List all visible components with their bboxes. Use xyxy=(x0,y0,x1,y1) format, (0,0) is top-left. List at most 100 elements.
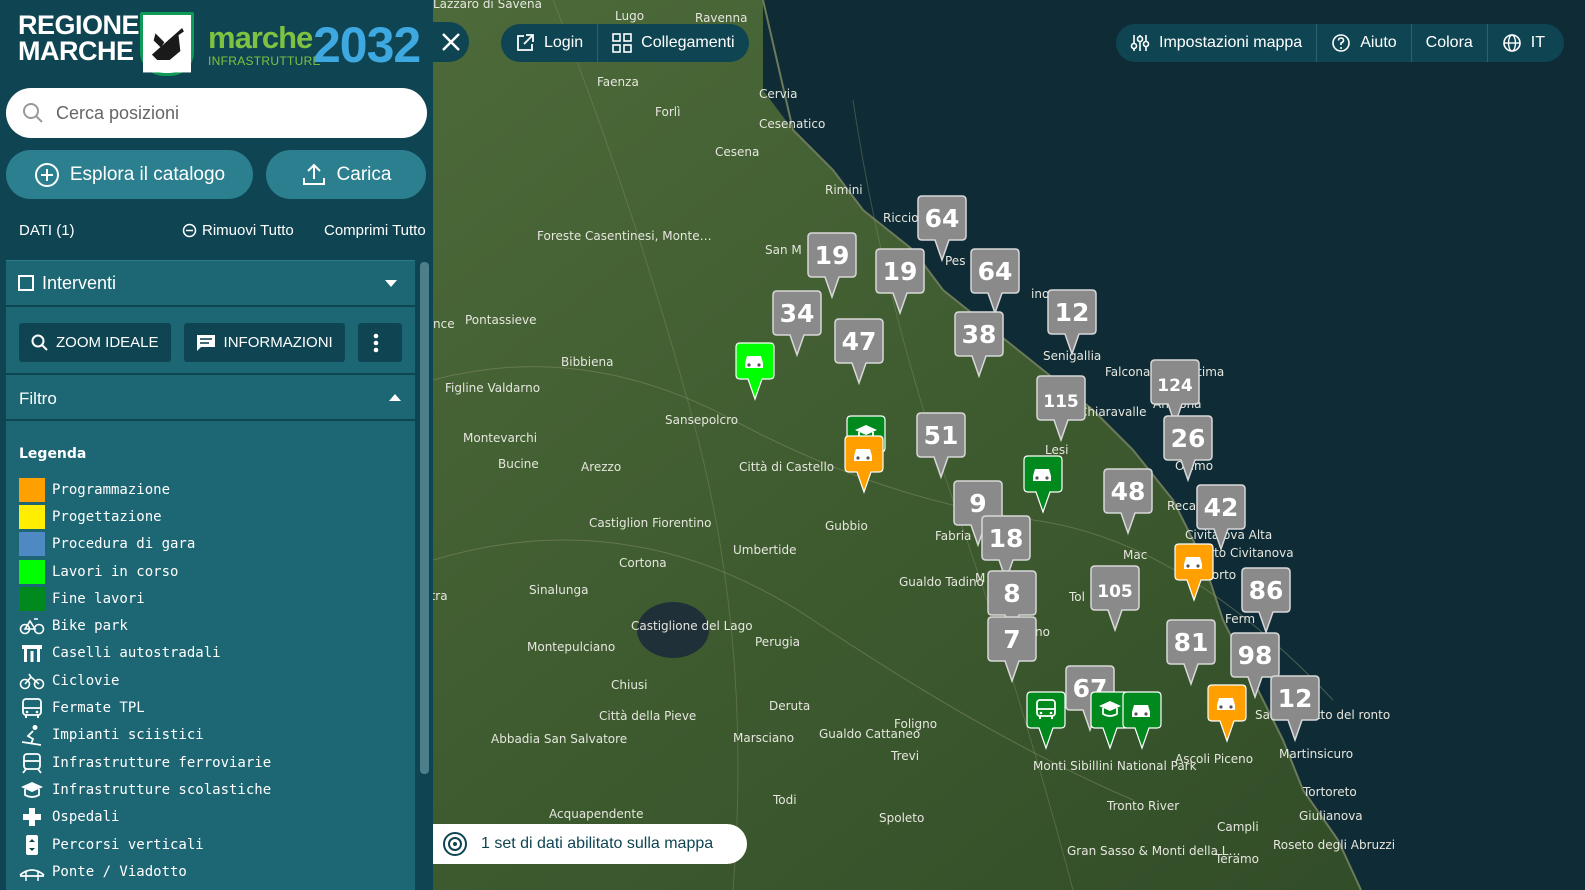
map-place-label: Umbertide xyxy=(733,543,796,557)
layer-tools: ZOOM IDEALE INFORMAZIONI xyxy=(19,323,402,362)
legend-status-list: Programmazione Progettazione Procedura d… xyxy=(19,476,271,612)
hospital-icon xyxy=(23,808,41,827)
map-place-label: Ascoli Piceno xyxy=(1175,752,1253,766)
bicycle-icon xyxy=(19,673,45,690)
legend-label: Procedura di gara xyxy=(52,536,196,553)
filter-label: Filtro xyxy=(19,389,57,408)
map-place-label: no xyxy=(1035,625,1050,639)
color-button[interactable]: Colora xyxy=(1412,24,1488,62)
regione-shield-icon xyxy=(140,12,194,76)
legend: Legenda Programmazione Progettazione Pro… xyxy=(19,446,271,885)
cluster-count: 34 xyxy=(780,299,815,328)
layer-header-interventi[interactable]: Interventi xyxy=(6,261,415,307)
collapse-all-button[interactable]: Comprimi Tutto xyxy=(324,222,426,239)
map-place-label: Gran Sasso & Monti della L… xyxy=(1067,844,1240,858)
map-place-label: Montepulciano xyxy=(527,640,615,654)
sidebar: REGIONE MARCHE marche INFRASTRUTTURE 203… xyxy=(0,0,433,890)
info-button[interactable]: INFORMAZIONI xyxy=(183,323,345,362)
cluster-count: 19 xyxy=(815,241,850,270)
map-view[interactable]: Lazzaro di Savena Lugo Ravenna Faenza Forlì C… xyxy=(433,0,1585,890)
cluster-count: 26 xyxy=(1171,424,1206,453)
legend-category-item: Percorsi verticali xyxy=(19,831,271,858)
map-place-label: Giulianova xyxy=(1299,809,1363,823)
cluster-count: 9 xyxy=(969,489,986,518)
color-label: Colora xyxy=(1425,34,1473,51)
legend-label: Progettazione xyxy=(52,508,162,525)
legend-label: Caselli autostradali xyxy=(52,645,221,662)
explore-catalog-button[interactable]: Esplora il catalogo xyxy=(6,150,253,199)
marche-wordmark: marche xyxy=(208,20,313,55)
datasets-status-pill[interactable]: 1 set di dati abilitato sulla mappa xyxy=(433,824,747,864)
legend-swatch xyxy=(19,477,45,502)
chevron-down-icon[interactable] xyxy=(385,280,397,287)
map-place-label: Cortona xyxy=(619,556,667,570)
map-place-label: Tortoreto xyxy=(1302,785,1357,799)
language-button[interactable]: IT xyxy=(1488,24,1559,62)
map-place-label: Città di Castello xyxy=(739,460,834,474)
search-icon xyxy=(31,334,48,351)
map-place-label: Gualdo Tadino xyxy=(899,575,984,589)
datasets-status-text: 1 set di dati abilitato sulla mappa xyxy=(481,835,714,852)
legend-category-item: Ciclovie xyxy=(19,667,271,694)
layer-visibility-checkbox[interactable] xyxy=(18,275,34,291)
legend-status-item: Fine lavori xyxy=(19,585,271,612)
sidebar-scrollbar[interactable] xyxy=(420,262,429,774)
train-icon xyxy=(22,752,42,774)
map-place-label: Civita ova Alta xyxy=(1185,528,1272,542)
legend-title: Legenda xyxy=(19,446,87,462)
cluster-count: 12 xyxy=(1055,298,1090,327)
car-icon xyxy=(854,449,872,461)
legend-status-item: Progettazione xyxy=(19,503,271,530)
account-toolbar: Login Collegamenti xyxy=(501,24,749,62)
map-place-label: Ravenna xyxy=(695,11,747,25)
map-place-label: Lazzaro di Savena xyxy=(433,0,542,11)
map-place-label: Ferm xyxy=(1225,612,1255,626)
cluster-count: 38 xyxy=(962,320,997,349)
map-place-label: Sansepolcro xyxy=(665,413,738,427)
map-place-label: Cesena xyxy=(715,145,759,159)
remove-all-button[interactable]: Rimuovi Tutto xyxy=(182,222,294,239)
map-settings-button[interactable]: Impostazioni mappa xyxy=(1116,24,1318,62)
cluster-count: 98 xyxy=(1238,641,1273,670)
bike-icon xyxy=(19,618,45,635)
map-place-label: Martinsicuro xyxy=(1279,747,1353,761)
help-button[interactable]: Aiuto xyxy=(1317,24,1412,62)
filter-section-toggle[interactable]: Filtro xyxy=(6,373,415,421)
map-place-label: Foligno xyxy=(894,717,937,731)
explore-catalog-label: Esplora il catalogo xyxy=(69,163,226,185)
search-icon xyxy=(23,103,43,123)
upload-icon xyxy=(302,163,325,185)
map-place-label: Castiglione del Lago xyxy=(631,619,753,633)
legend-swatch xyxy=(19,504,45,529)
legend-category-list: Bike park Caselli autostradali Ciclovie … xyxy=(19,612,271,885)
map-place-label: Fabria xyxy=(935,529,971,543)
map-basemap[interactable]: Lazzaro di Savena Lugo Ravenna Faenza Forlì C… xyxy=(433,0,1585,890)
ideal-zoom-button[interactable]: ZOOM IDEALE xyxy=(19,323,171,362)
upload-button[interactable]: Carica xyxy=(266,150,426,199)
legend-label: Fermate TPL xyxy=(52,700,145,717)
map-place-label: M xyxy=(975,571,985,585)
map-place-label: Cesenatico xyxy=(759,117,825,131)
map-place-label: Deruta xyxy=(769,699,810,713)
year-wordmark: 2032 xyxy=(313,17,421,73)
legend-category-item: Infrastrutture ferroviarie xyxy=(19,749,271,776)
search-input[interactable] xyxy=(56,102,396,124)
legend-status-item: Programmazione xyxy=(19,476,271,503)
map-place-label: Mac xyxy=(1123,548,1147,562)
links-label: Collegamenti xyxy=(641,34,735,51)
grid-icon xyxy=(612,33,632,53)
legend-category-item: Ponte / Viadotto xyxy=(19,858,271,885)
login-button[interactable]: Login xyxy=(501,24,599,62)
links-button[interactable]: Collegamenti xyxy=(598,24,748,62)
globe-icon xyxy=(1502,34,1521,52)
language-label: IT xyxy=(1530,34,1546,51)
more-options-button[interactable] xyxy=(357,323,402,362)
legend-label: Infrastrutture scolastiche xyxy=(52,781,272,798)
map-place-label: Figline Valdarno xyxy=(445,381,540,395)
map-place-label: nce xyxy=(433,317,455,331)
info-label: INFORMAZIONI xyxy=(223,334,333,351)
map-place-label: Spoleto xyxy=(879,811,924,825)
cluster-count: 47 xyxy=(842,327,877,356)
legend-label: Infrastrutture ferroviarie xyxy=(52,754,272,771)
map-place-label: Acquapendente xyxy=(549,807,643,821)
